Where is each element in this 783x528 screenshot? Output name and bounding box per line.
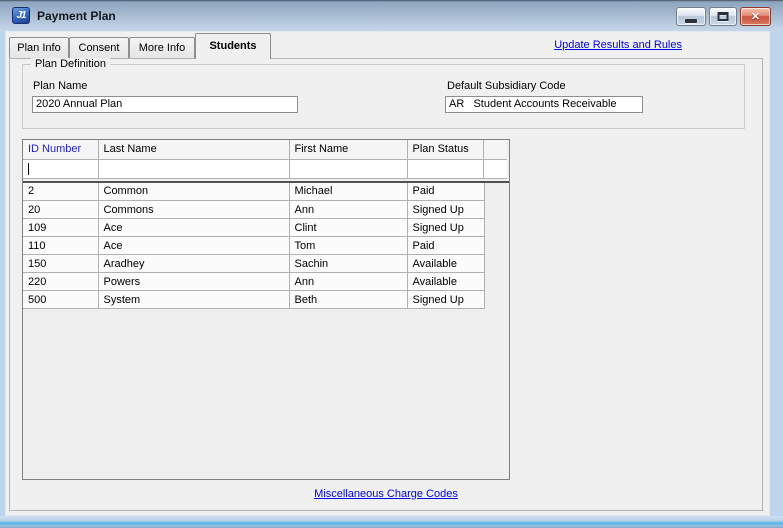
table-row[interactable]: 150 Aradhey Sachin Available (23, 254, 485, 273)
table-cell: Ace (97, 218, 290, 237)
column-header-id-number[interactable]: ID Number (23, 140, 99, 160)
table-cell: Signed Up (406, 200, 485, 219)
table-cell: 500 (23, 290, 99, 309)
window-frame-bottom (0, 516, 783, 528)
table-cell: Paid (406, 236, 485, 255)
maximize-icon (717, 12, 729, 21)
filter-row (23, 158, 507, 179)
filter-input-plan-status[interactable] (406, 158, 484, 179)
maximize-button[interactable] (709, 7, 737, 26)
table-cell: 109 (23, 218, 99, 237)
window-title: Payment Plan (37, 9, 116, 23)
tab-consent[interactable]: Consent (69, 37, 129, 59)
column-header-last-name[interactable]: Last Name (97, 140, 290, 160)
header-row: ID Number Last Name First Name Plan Stat… (23, 140, 507, 160)
minimize-button[interactable] (676, 7, 706, 26)
table-cell: Signed Up (406, 290, 485, 309)
group-title: Plan Definition (31, 58, 110, 70)
miscellaneous-charge-codes-link[interactable]: Miscellaneous Charge Codes (314, 488, 458, 500)
table-cell: Signed Up (406, 218, 485, 237)
column-header-filler (482, 140, 507, 160)
filter-input-id-number[interactable] (23, 158, 99, 179)
table-cell: Sachin (288, 254, 408, 273)
default-subsidiary-code-field[interactable]: AR Student Accounts Receivable (445, 96, 643, 113)
table-cell: Available (406, 272, 485, 291)
plan-definition-group: Plan Definition Plan Name 2020 Annual Pl… (22, 58, 745, 129)
plan-name-field[interactable]: 2020 Annual Plan (32, 96, 298, 113)
form-body: Plan Info Consent More Info Students Upd… (5, 31, 770, 516)
payment-plan-window: J1 Payment Plan ✕ Plan Info Consent More… (0, 0, 783, 528)
table-row[interactable]: 20 Commons Ann Signed Up (23, 200, 485, 219)
table-cell: Clint (288, 218, 408, 237)
tab-plan-info[interactable]: Plan Info (9, 37, 69, 59)
table-row[interactable]: 109 Ace Clint Signed Up (23, 218, 485, 237)
table-cell: 220 (23, 272, 99, 291)
table-cell: System (97, 290, 290, 309)
grid-header: ID Number Last Name First Name Plan Stat… (23, 140, 507, 179)
filter-input-first-name[interactable] (288, 158, 408, 179)
table-cell: Ann (288, 272, 408, 291)
update-results-and-rules-link[interactable]: Update Results and Rules (554, 39, 682, 51)
app-logo-icon: J1 (12, 7, 30, 24)
close-icon: ✕ (750, 11, 761, 23)
table-row[interactable]: 500 System Beth Signed Up (23, 290, 485, 309)
plan-name-label: Plan Name (33, 80, 88, 92)
text-caret (28, 162, 29, 175)
tab-students[interactable]: Students (195, 33, 271, 59)
table-cell: 20 (23, 200, 99, 219)
close-button[interactable]: ✕ (740, 7, 771, 26)
minimize-icon (685, 19, 697, 23)
default-subsidiary-code-label: Default Subsidiary Code (447, 80, 566, 92)
table-cell: 150 (23, 254, 99, 273)
table-cell: 110 (23, 236, 99, 255)
table-cell: 2 (23, 182, 99, 201)
table-cell: Tom (288, 236, 408, 255)
table-cell: Commons (97, 200, 290, 219)
table-cell: Available (406, 254, 485, 273)
table-row[interactable]: 110 Ace Tom Paid (23, 236, 485, 255)
table-row[interactable]: 2 Common Michael Paid (23, 182, 485, 201)
column-header-plan-status[interactable]: Plan Status (406, 140, 484, 160)
table-cell: Common (97, 182, 290, 201)
table-row[interactable]: 220 Powers Ann Available (23, 272, 485, 291)
table-cell: Paid (406, 182, 485, 201)
table-cell: Beth (288, 290, 408, 309)
table-cell: Ann (288, 200, 408, 219)
title-bar[interactable]: J1 Payment Plan ✕ (0, 0, 783, 31)
table-cell: Aradhey (97, 254, 290, 273)
students-grid: ID Number Last Name First Name Plan Stat… (22, 139, 510, 480)
table-cell: Powers (97, 272, 290, 291)
students-tab-page: Plan Definition Plan Name 2020 Annual Pl… (9, 58, 763, 511)
filter-filler (482, 158, 507, 179)
table-cell: Ace (97, 236, 290, 255)
column-header-first-name[interactable]: First Name (288, 140, 408, 160)
filter-input-last-name[interactable] (97, 158, 290, 179)
tab-more-info[interactable]: More Info (129, 37, 195, 59)
table-cell: Michael (288, 182, 408, 201)
bottom-link-area: Miscellaneous Charge Codes (10, 488, 762, 500)
grid-rows: 2 Common Michael Paid 20 Commons Ann Signed Up 1… (23, 182, 485, 309)
